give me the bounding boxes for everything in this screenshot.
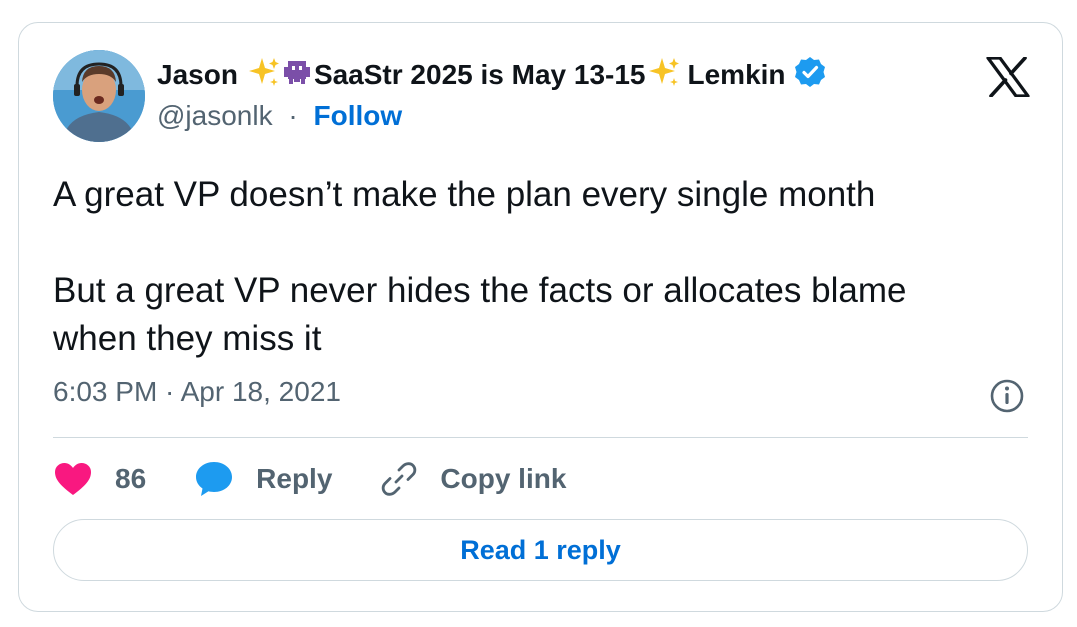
like-button[interactable]: 86 bbox=[53, 461, 146, 497]
copy-link-label: Copy link bbox=[440, 463, 567, 494]
heart-icon bbox=[55, 463, 91, 495]
tweet-line-2: But a great VP never hides the facts or … bbox=[53, 271, 907, 358]
copy-link-button[interactable]: Copy link bbox=[380, 460, 566, 498]
alien-monster-icon bbox=[282, 57, 312, 94]
x-logo-icon[interactable] bbox=[986, 56, 1030, 102]
divider bbox=[53, 437, 1028, 438]
info-icon[interactable] bbox=[990, 379, 1024, 418]
read-replies-button[interactable]: Read 1 reply bbox=[53, 519, 1028, 581]
like-count: 86 bbox=[115, 463, 147, 494]
verified-badge-icon bbox=[794, 56, 826, 95]
author-name-last: Lemkin bbox=[687, 59, 786, 90]
avatar[interactable] bbox=[53, 50, 145, 142]
reply-bubble-icon bbox=[196, 462, 233, 496]
reply-button[interactable]: Reply bbox=[194, 460, 332, 498]
author-name-first: Jason bbox=[157, 59, 238, 90]
tweet-text: A great VP doesn’t make the plan every s… bbox=[53, 171, 1043, 363]
sparkles-icon bbox=[248, 56, 280, 95]
tweet-timestamp[interactable]: 6:03 PM · Apr 18, 2021 bbox=[53, 376, 341, 408]
author-name-middle: SaaStr 2025 is May 13-15 bbox=[313, 59, 646, 90]
read-replies-label: Read 1 reply bbox=[460, 534, 621, 565]
author-handle-row: @jasonlk · Follow bbox=[157, 100, 402, 132]
link-icon bbox=[382, 462, 417, 496]
sparkles-icon bbox=[648, 56, 680, 95]
author-handle[interactable]: @jasonlk bbox=[157, 100, 273, 131]
tweet-card: Jason SaaStr 2025 is May 13-15 Lemkin @j… bbox=[18, 22, 1063, 612]
separator: · bbox=[288, 100, 298, 131]
follow-link[interactable]: Follow bbox=[313, 100, 402, 131]
action-bar: 86 Reply Copy link bbox=[53, 459, 614, 499]
reply-label: Reply bbox=[256, 463, 333, 494]
author-name[interactable]: Jason SaaStr 2025 is May 13-15 Lemkin bbox=[157, 56, 826, 95]
tweet-line-1: A great VP doesn’t make the plan every s… bbox=[53, 175, 876, 214]
